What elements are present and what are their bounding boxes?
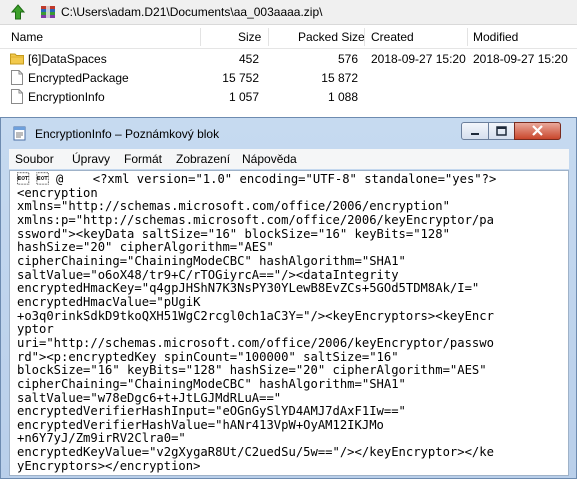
file-packed-size: 576 bbox=[337, 52, 358, 66]
file-name: EncryptionInfo bbox=[28, 90, 105, 104]
column-divider bbox=[200, 28, 201, 46]
column-divider bbox=[364, 28, 365, 46]
file-packed-size: 15 872 bbox=[321, 71, 358, 85]
maximize-button[interactable] bbox=[488, 122, 515, 140]
column-divider bbox=[467, 28, 468, 46]
file-list-header: Name Size Packed Size Created Modified bbox=[0, 26, 577, 49]
file-size: 452 bbox=[238, 52, 259, 66]
menu-napoveda[interactable]: Nápověda bbox=[242, 152, 297, 166]
archive-path[interactable]: C:\Users\adam.D21\Documents\aa_003aaaa.z… bbox=[61, 5, 322, 19]
column-header-name[interactable]: Name bbox=[11, 30, 43, 44]
column-header-size[interactable]: Size bbox=[238, 30, 261, 44]
minimize-button[interactable] bbox=[461, 122, 489, 140]
file-name: [6]DataSpaces bbox=[28, 52, 107, 66]
up-folder-icon[interactable] bbox=[9, 3, 27, 21]
file-row[interactable]: [6]DataSpaces 452 576 2018-09-27 15:20 2… bbox=[0, 50, 577, 68]
column-divider bbox=[268, 28, 269, 46]
address-bar: C:\Users\adam.D21\Documents\aa_003aaaa.z… bbox=[0, 0, 577, 25]
file-name: EncryptedPackage bbox=[28, 71, 129, 85]
notepad-window: EncryptionInfo – Poznámkový blok Soubor … bbox=[0, 117, 577, 479]
column-header-modified[interactable]: Modified bbox=[473, 30, 518, 44]
menu-soubor[interactable]: Soubor bbox=[15, 152, 54, 166]
column-header-created[interactable]: Created bbox=[371, 30, 414, 44]
notepad-icon bbox=[12, 126, 27, 141]
notepad-titlebar[interactable]: EncryptionInfo – Poznámkový blok bbox=[1, 118, 576, 148]
file-row[interactable]: EncryptedPackage 15 752 15 872 bbox=[0, 69, 577, 87]
text-editor[interactable]:   @ <?xml version="1.0" encoding="UTF-… bbox=[9, 170, 569, 476]
menu-bar: Soubor Úpravy Formát Zobrazení Nápověda bbox=[9, 149, 569, 169]
archive-window: C:\Users\adam.D21\Documents\aa_003aaaa.z… bbox=[0, 0, 577, 116]
menu-format[interactable]: Formát bbox=[124, 152, 162, 166]
file-size: 1 057 bbox=[228, 90, 259, 104]
folder-icon bbox=[10, 51, 24, 66]
file-content[interactable]:   @ <?xml version="1.0" encoding="UTF-… bbox=[17, 172, 496, 473]
file-packed-size: 1 088 bbox=[327, 90, 358, 104]
file-icon bbox=[10, 70, 24, 85]
zip-archive-icon bbox=[40, 4, 56, 20]
file-modified: 2018-09-27 15:20 bbox=[473, 52, 568, 66]
menu-upravy[interactable]: Úpravy bbox=[72, 152, 110, 166]
file-size: 15 752 bbox=[222, 71, 259, 85]
window-title: EncryptionInfo – Poznámkový blok bbox=[35, 127, 220, 141]
file-icon bbox=[10, 89, 24, 104]
file-row[interactable]: EncryptionInfo 1 057 1 088 bbox=[0, 88, 577, 106]
file-created: 2018-09-27 15:20 bbox=[371, 52, 466, 66]
column-header-packed-size[interactable]: Packed Size bbox=[298, 30, 365, 44]
close-button[interactable] bbox=[514, 122, 561, 140]
menu-zobrazeni[interactable]: Zobrazení bbox=[176, 152, 230, 166]
